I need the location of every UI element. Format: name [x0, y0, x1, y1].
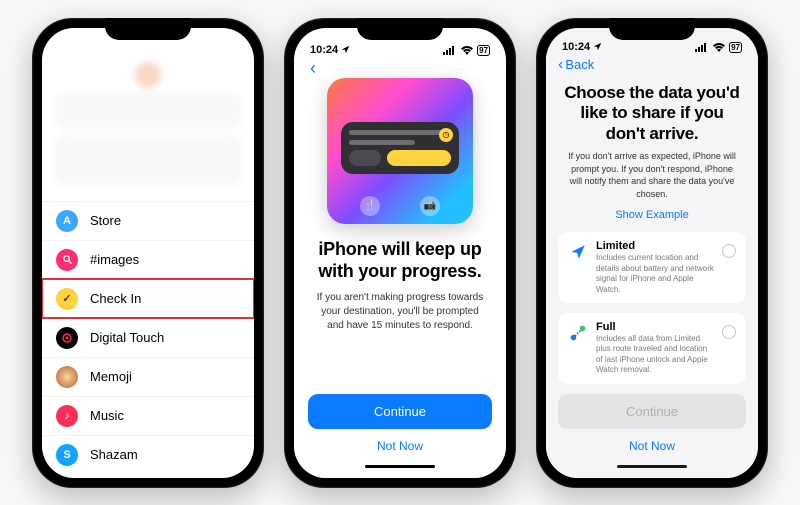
page-title: iPhone will keep up with your progress.: [314, 238, 486, 283]
option-full[interactable]: Full Includes all data from Limited plus…: [558, 313, 746, 384]
shazam-icon: S: [56, 444, 78, 466]
signal-icon: [443, 46, 457, 55]
menu-label: Check In: [90, 291, 141, 306]
radio-unchecked[interactable]: [722, 244, 736, 258]
check-in-icon: ✓: [56, 288, 78, 310]
wifi-icon: [713, 43, 725, 52]
screen-2: 10:24 97 ‹: [294, 28, 506, 478]
back-button[interactable]: ‹: [308, 59, 318, 77]
menu-item-memoji[interactable]: Memoji: [42, 357, 254, 396]
menu-item-images[interactable]: #images: [42, 240, 254, 279]
home-indicator[interactable]: [365, 465, 435, 468]
page-subtitle: If you aren't making progress towards yo…: [308, 291, 492, 333]
wifi-icon: [461, 46, 473, 55]
signal-icon: [695, 43, 709, 52]
menu-item-digital-touch[interactable]: Digital Touch: [42, 318, 254, 357]
memoji-icon: [56, 366, 78, 388]
phone-frame-3: 10:24 97 ‹ Back: [536, 18, 768, 488]
menu-label: Memoji: [90, 369, 132, 384]
option-description: Includes all data from Limited plus rout…: [596, 334, 714, 376]
battery-icon: 97: [477, 45, 490, 56]
check-in-widget-preview: ◷ 🍴 📷: [327, 78, 473, 224]
option-limited[interactable]: Limited Includes current location and de…: [558, 232, 746, 303]
store-icon: A: [56, 210, 78, 232]
notch: [609, 18, 695, 40]
utensils-icon: 🍴: [360, 196, 380, 216]
menu-label: Digital Touch: [90, 330, 164, 345]
not-now-button[interactable]: Not Now: [621, 431, 683, 461]
notch: [105, 18, 191, 40]
chevron-left-icon: ‹: [558, 57, 563, 73]
menu-item-shazam[interactable]: S Shazam: [42, 435, 254, 474]
page-subtitle: If you don't arrive as expected, iPhone …: [558, 150, 746, 200]
location-arrow-icon: [568, 242, 588, 262]
screen-3: 10:24 97 ‹ Back: [546, 28, 758, 478]
menu-item-check-in[interactable]: ✓ Check In: [42, 279, 254, 318]
images-icon: [56, 249, 78, 271]
screen-1: A Store #images ✓ Check In Digital Touch: [42, 28, 254, 478]
status-time: 10:24: [562, 41, 590, 53]
home-indicator[interactable]: [617, 465, 687, 468]
location-icon: [341, 45, 350, 54]
notch: [357, 18, 443, 40]
option-title: Full: [596, 321, 714, 333]
menu-label: Store: [90, 213, 121, 228]
phone-frame-1: A Store #images ✓ Check In Digital Touch: [32, 18, 264, 488]
digital-touch-icon: [56, 327, 78, 349]
camera-icon: 📷: [420, 196, 440, 216]
page-title: Choose the data you'd like to share if y…: [562, 83, 742, 144]
menu-label: Shazam: [90, 447, 138, 462]
menu-label: #images: [90, 252, 139, 267]
menu-item-music[interactable]: ♪ Music: [42, 396, 254, 435]
option-title: Limited: [596, 240, 714, 252]
phone-frame-2: 10:24 97 ‹: [284, 18, 516, 488]
back-button[interactable]: ‹ Back: [558, 57, 594, 73]
music-icon: ♪: [56, 405, 78, 427]
route-icon: [568, 323, 588, 343]
option-description: Includes current location and details ab…: [596, 253, 714, 295]
menu-item-store[interactable]: A Store: [42, 201, 254, 240]
menu-label: Music: [90, 408, 124, 423]
imessage-app-menu: A Store #images ✓ Check In Digital Touch: [42, 197, 254, 478]
battery-icon: 97: [729, 42, 742, 53]
not-now-button[interactable]: Not Now: [369, 431, 431, 461]
show-example-button[interactable]: Show Example: [558, 208, 746, 222]
status-time: 10:24: [310, 44, 338, 56]
location-icon: [593, 42, 602, 51]
continue-button[interactable]: Continue: [308, 394, 492, 429]
radio-unchecked[interactable]: [722, 325, 736, 339]
continue-button: Continue: [558, 394, 746, 429]
blurred-conversation-header: [42, 53, 254, 197]
clock-icon: ◷: [439, 128, 453, 142]
